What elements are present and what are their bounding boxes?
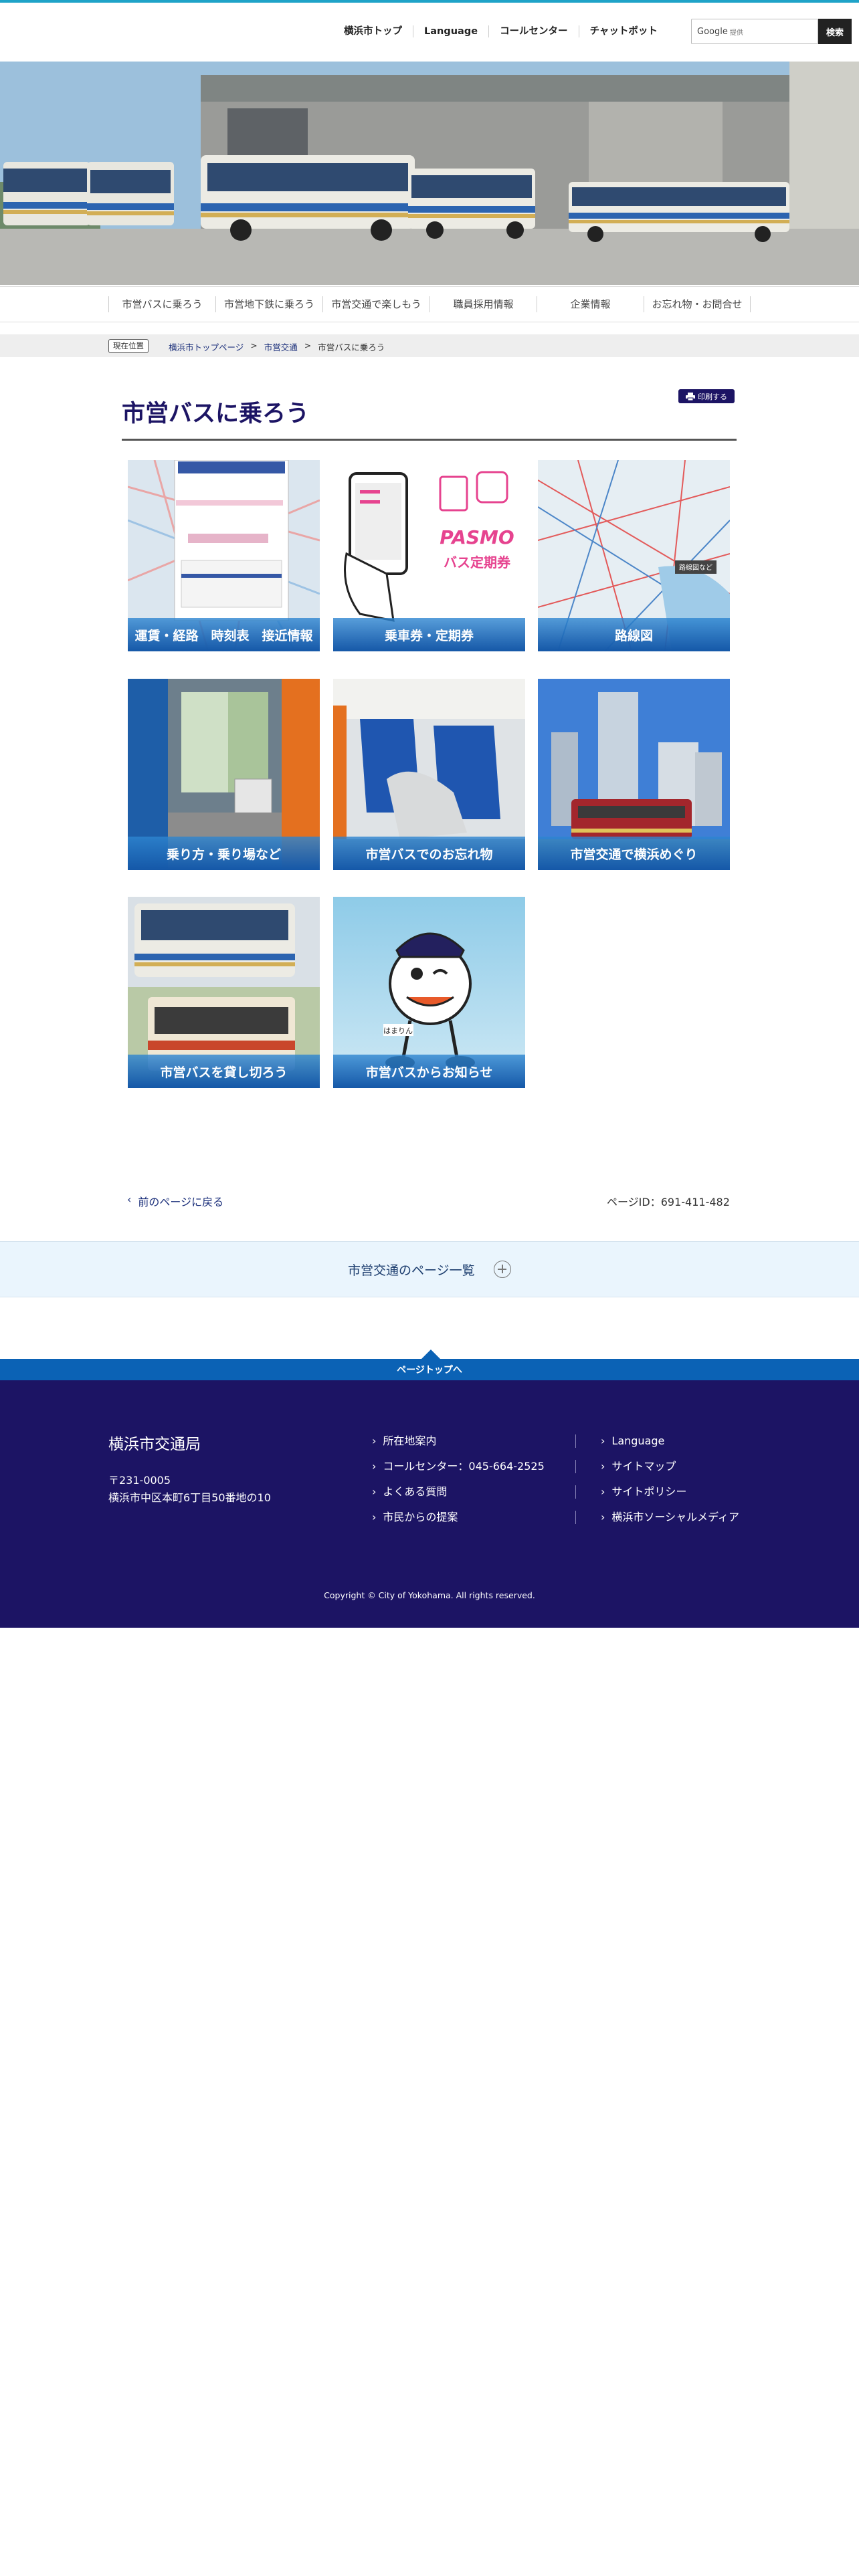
tile-art-pasmo: PASMO [440,526,514,548]
chevron-right-icon: › [601,1485,605,1498]
breadcrumb-separator: > [304,340,312,350]
tile-art-pass: バス定期券 [444,554,511,570]
tile-art-route-label: 路線図など [679,563,712,572]
page-id: ページID：691-411-482 [607,1196,730,1208]
breadcrumb-current: 市営バスに乗ろう [318,342,385,352]
bus-shape-1 [3,162,90,225]
title-divider [122,439,737,441]
breadcrumb-link-city-top[interactable]: 横浜市トップページ [169,340,244,353]
tile-fare-route-timetable[interactable]: 運賃・経路 時刻表 接近情報 [128,460,320,651]
chevron-right-icon: › [601,1511,605,1523]
bus-shape-4 [408,169,535,239]
tile-lost-items[interactable]: 市営バスでのお忘れ物 [333,679,525,870]
footer-address: 横浜市中区本町6丁目50番地の10 [108,1491,271,1504]
chevron-right-icon: › [601,1460,605,1473]
tile-caption: 乗車券・定期券 [333,618,525,651]
search-button[interactable]: 検索 [818,19,852,44]
hero-bus-photo [0,62,859,285]
footer-org-name: 横浜市交通局 [108,1436,201,1453]
footer-link[interactable]: › コールセンター：045-664-2525 [372,1459,545,1485]
current-location-badge: 現在位置 [108,339,149,353]
tile-charter-bus[interactable]: 市営バスを貸し切ろう [128,897,320,1088]
global-nav: 市営バスに乗ろう 市営地下鉄に乗ろう 市営交通で楽しもう 職員採用情報 企業情報… [0,286,859,322]
tile-caption: 乗り方・乗り場など [128,837,320,870]
footer-link[interactable]: › Language [601,1434,739,1459]
tile-art-mascot-name: はまりん [383,1027,413,1035]
tile-caption: 市営交通で横浜めぐり [538,837,730,870]
back-to-top-label: ページトップへ [397,1365,462,1376]
back-link[interactable]: ‹ 前のページに戻る [127,1193,223,1209]
footer-link[interactable]: › 横浜市ソーシャルメディア [601,1510,739,1535]
caret-up-icon [421,1350,440,1359]
bus-shape-2 [87,162,174,225]
print-button[interactable]: 印刷する [678,389,735,403]
chevron-right-icon: › [601,1434,605,1447]
tile-tickets-passes[interactable]: PASMO バス定期券 乗車券・定期券 [333,460,525,651]
gnav-bus[interactable]: 市営バスに乗ろう [108,296,215,312]
search-brand-sub: 提供 [729,29,743,37]
gnav-company[interactable]: 企業情報 [537,296,644,312]
print-label: 印刷する [698,392,727,401]
search-brand: Google [697,26,728,37]
chevron-left-icon: ‹ [127,1193,132,1206]
footer-divider [575,1460,576,1473]
page-list-toggle[interactable]: 市営交通のページ一覧 [0,1241,859,1297]
plus-circle-icon [494,1261,511,1278]
tile-how-to-ride[interactable]: 乗り方・乗り場など [128,679,320,870]
footer-links-left: › 所在地案内 › コールセンター：045-664-2525 › よくある質問 › 市民… [372,1434,545,1535]
breadcrumb-link-transport[interactable]: 市営交通 [264,340,298,353]
utility-nav: 横浜市トップ Language コールセンター チャットボット [333,20,668,43]
tile-caption: 市営バスでのお忘れ物 [333,837,525,870]
footer-zip: 〒231-0005 [108,1474,171,1487]
tile-yokohama-sightseeing[interactable]: 市営交通で横浜めぐり [538,679,730,870]
tile-caption: 市営バスを貸し切ろう [128,1055,320,1088]
nav-call-center[interactable]: コールセンター [488,25,579,37]
chevron-right-icon: › [372,1511,377,1523]
site-footer: 横浜市交通局 〒231-0005 横浜市中区本町6丁目50番地の10 › 所在地案… [0,1380,859,1628]
page-title: 市営バスに乗ろう [122,401,310,427]
printer-icon [686,392,695,401]
nav-language[interactable]: Language [413,25,488,37]
tile-caption: 運賃・経路 時刻表 接近情報 [128,618,320,651]
chevron-right-icon: › [372,1485,377,1498]
gnav-lost-found[interactable]: お忘れ物・お問合せ [644,296,751,312]
tile-bus-news[interactable]: はまりん 市営バスからお知らせ [333,897,525,1088]
footer-link[interactable]: › 所在地案内 [372,1434,545,1459]
breadcrumb: 現在位置 横浜市トップページ > 市営交通 > 市営バスに乗ろう [0,334,859,357]
nav-chatbot[interactable]: チャットボット [578,25,668,37]
site-search: Google 提供 検索 [691,19,852,44]
chevron-right-icon: › [372,1434,377,1447]
footer-link[interactable]: › よくある質問 [372,1485,545,1510]
footer-divider [575,1434,576,1448]
site-header: 横浜市トップ Language コールセンター チャットボット Google 提供… [0,3,859,62]
breadcrumb-separator: > [250,340,258,350]
footer-link[interactable]: › サイトポリシー [601,1485,739,1510]
page-list-label: 市営交通のページ一覧 [348,1263,475,1278]
footer-link[interactable]: › 市民からの提案 [372,1510,545,1535]
footer-links-right: › Language › サイトマップ › サイトポリシー › 横浜市ソーシャルメディア [601,1434,739,1535]
back-to-top[interactable]: ページトップへ [0,1350,859,1380]
tile-caption: 市営バスからお知らせ [333,1055,525,1088]
tile-route-map[interactable]: 路線図など 路線図 [538,460,730,651]
gnav-recruit[interactable]: 職員採用情報 [430,296,537,312]
copyright: Copyright © City of Yokohama. All rights… [324,1590,535,1600]
nav-yokohama-top[interactable]: 横浜市トップ [333,25,413,37]
gnav-enjoy[interactable]: 市営交通で楽しもう [322,296,430,312]
footer-link[interactable]: › サイトマップ [601,1459,739,1485]
chevron-right-icon: › [372,1460,377,1473]
footer-divider [575,1485,576,1499]
search-input[interactable]: Google 提供 [691,19,818,44]
footer-divider [575,1511,576,1524]
gnav-subway[interactable]: 市営地下鉄に乗ろう [215,296,322,312]
tile-caption: 路線図 [538,618,730,651]
bus-shape-3 [201,155,415,241]
back-link-label: 前のページに戻る [138,1196,224,1208]
